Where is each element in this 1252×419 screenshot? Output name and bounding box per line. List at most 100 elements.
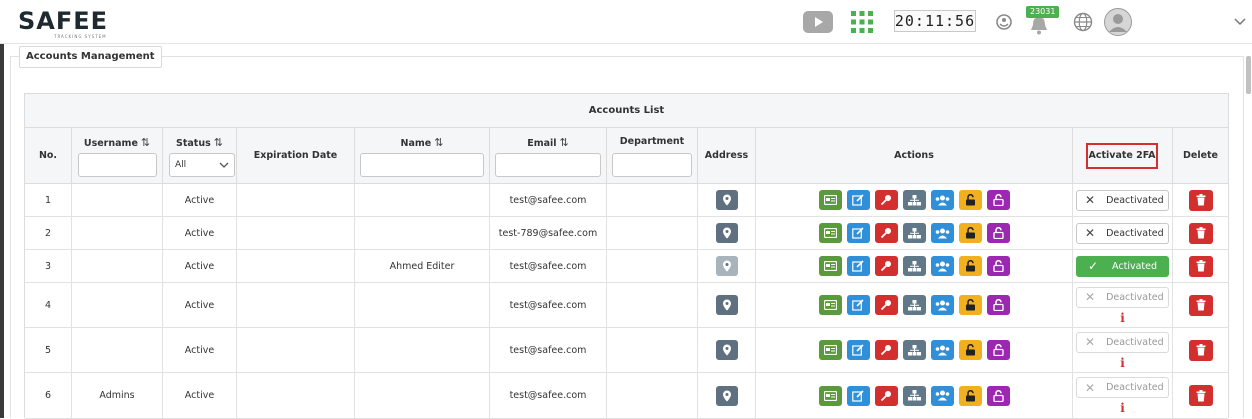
sort-icon[interactable]: ⇅	[214, 136, 223, 149]
users-icon	[935, 390, 949, 401]
unlock-icon	[992, 299, 1004, 311]
reset-password-button[interactable]	[874, 295, 898, 315]
delete-button[interactable]	[1188, 385, 1213, 406]
clock-display: 20:11:56	[894, 10, 976, 32]
user-groups-button[interactable]	[930, 295, 954, 315]
col-header-delete: Delete	[1182, 150, 1218, 161]
panel-tab-accounts-management[interactable]: Accounts Management	[19, 46, 162, 68]
unlock-button[interactable]	[958, 190, 982, 210]
language-button[interactable]	[1071, 0, 1095, 44]
user-groups-button[interactable]	[930, 256, 954, 276]
department-filter-input[interactable]	[612, 153, 692, 177]
col-header-email[interactable]: Email ⇅	[490, 128, 607, 184]
col-header-username[interactable]: Username ⇅	[72, 128, 163, 184]
address-map-button[interactable]	[715, 295, 738, 315]
id-card-icon	[823, 228, 837, 238]
edit-button[interactable]	[846, 256, 870, 276]
status-filter-select[interactable]: All	[169, 153, 235, 177]
email-value: test@safee.com	[509, 194, 587, 206]
address-map-button[interactable]	[715, 385, 738, 406]
email-filter-input[interactable]	[495, 153, 601, 177]
view-card-button[interactable]	[818, 190, 842, 210]
user-groups-button[interactable]	[930, 223, 954, 243]
info-icon[interactable]: i	[1120, 357, 1125, 369]
deactivate-2fa-button[interactable]: ✓ Activated	[1076, 255, 1169, 277]
user-avatar[interactable]	[1103, 0, 1133, 44]
unlock-permissions-button[interactable]	[986, 295, 1010, 315]
address-map-button[interactable]	[715, 190, 738, 210]
unlock-permissions-button[interactable]	[986, 223, 1010, 243]
unlock-button[interactable]	[958, 340, 982, 360]
hierarchy-button[interactable]	[902, 256, 926, 276]
username-value: Admins	[99, 390, 135, 401]
map-pin-icon	[722, 299, 731, 311]
id-card-icon	[823, 195, 837, 205]
unlock-permissions-button[interactable]	[986, 190, 1010, 210]
activate-2fa-button[interactable]: ✕ Deactivated	[1076, 331, 1169, 353]
edit-button[interactable]	[846, 340, 870, 360]
support-button[interactable]	[992, 0, 1016, 44]
activate-2fa-button[interactable]: ✕ Deactivated	[1076, 377, 1169, 398]
reset-password-button[interactable]	[874, 340, 898, 360]
map-pin-icon	[722, 227, 731, 239]
apps-grid-button[interactable]	[850, 0, 874, 44]
delete-button[interactable]	[1188, 189, 1213, 211]
unlock-permissions-button[interactable]	[986, 385, 1010, 406]
video-tutorial-button[interactable]	[802, 0, 834, 44]
username-filter-input[interactable]	[78, 153, 157, 177]
user-menu-toggle[interactable]	[1232, 0, 1248, 44]
hierarchy-button[interactable]	[902, 385, 926, 406]
reset-password-button[interactable]	[874, 256, 898, 276]
unlock-button[interactable]	[958, 295, 982, 315]
unlock-permissions-button[interactable]	[986, 340, 1010, 360]
cell-department	[607, 373, 698, 418]
col-header-status[interactable]: Status ⇅ All	[163, 128, 237, 184]
unlock-button[interactable]	[958, 223, 982, 243]
edit-button[interactable]	[846, 190, 870, 210]
unlock-button[interactable]	[958, 256, 982, 276]
info-icon[interactable]: i	[1120, 312, 1125, 324]
delete-button[interactable]	[1188, 294, 1213, 316]
activate-2fa-button[interactable]: ✕ Deactivated	[1076, 286, 1169, 308]
delete-button[interactable]	[1188, 255, 1213, 277]
reset-password-button[interactable]	[874, 385, 898, 406]
col-header-name[interactable]: Name ⇅	[355, 128, 490, 184]
address-map-button[interactable]	[715, 340, 738, 360]
unlock-button[interactable]	[958, 385, 982, 406]
cell-status: Active	[163, 283, 237, 327]
hierarchy-button[interactable]	[902, 223, 926, 243]
user-groups-button[interactable]	[930, 385, 954, 406]
address-map-button[interactable]	[715, 223, 738, 243]
view-card-button[interactable]	[818, 340, 842, 360]
hierarchy-button[interactable]	[902, 295, 926, 315]
cell-twofa: ✓ Activated	[1073, 250, 1173, 282]
activate-2fa-button[interactable]: ✕ Deactivated	[1076, 189, 1169, 211]
info-icon[interactable]: i	[1120, 402, 1125, 414]
user-groups-button[interactable]	[930, 340, 954, 360]
unlock-permissions-button[interactable]	[986, 256, 1010, 276]
view-card-button[interactable]	[818, 223, 842, 243]
sort-icon[interactable]: ⇅	[434, 136, 443, 149]
view-card-button[interactable]	[818, 256, 842, 276]
activate-2fa-button[interactable]: ✕ Deactivated	[1076, 222, 1169, 244]
edit-button[interactable]	[846, 223, 870, 243]
sort-icon[interactable]: ⇅	[560, 136, 569, 149]
email-value: test@safee.com	[509, 260, 587, 272]
user-groups-button[interactable]	[930, 190, 954, 210]
reset-password-button[interactable]	[874, 223, 898, 243]
address-map-button[interactable]	[715, 256, 738, 276]
edit-button[interactable]	[846, 385, 870, 406]
name-filter-input[interactable]	[360, 153, 484, 177]
hierarchy-button[interactable]	[902, 190, 926, 210]
sort-icon[interactable]: ⇅	[141, 136, 150, 149]
logo[interactable]: SAFEE TRACKING SYSTEM	[18, 8, 128, 39]
delete-button[interactable]	[1188, 222, 1213, 244]
delete-button[interactable]	[1188, 339, 1213, 361]
view-card-button[interactable]	[818, 295, 842, 315]
edit-button[interactable]	[846, 295, 870, 315]
view-card-button[interactable]	[818, 385, 842, 406]
scrollbar[interactable]	[1246, 56, 1251, 94]
hierarchy-button[interactable]	[902, 340, 926, 360]
reset-password-button[interactable]	[874, 190, 898, 210]
users-icon	[935, 261, 949, 271]
